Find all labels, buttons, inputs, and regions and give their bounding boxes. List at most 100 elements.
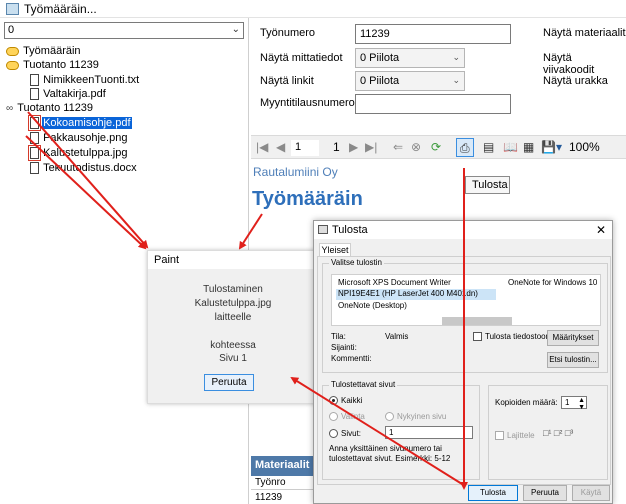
tree-item-kokoamisohje[interactable]: Kokoamisohje.pdf — [28, 115, 132, 132]
linkit-value: 0 Piilota — [360, 75, 400, 87]
next-page-icon[interactable]: ▶ — [349, 140, 358, 154]
tree-item-label: NimikkeenTuonti.txt — [43, 74, 140, 87]
print-dialog: Tulosta ✕ Yleiset Valitse tulostin Micro… — [313, 220, 613, 504]
page-current-value: 1 — [295, 141, 302, 153]
tree-item-label: Tuotanto 11239 — [17, 102, 94, 115]
prev-page-icon[interactable]: ◀ — [276, 140, 285, 154]
last-page-icon[interactable]: ▶| — [365, 140, 377, 154]
comment-label: Kommentti: — [331, 354, 372, 363]
tree-item-nimikkeentuonti[interactable]: NimikkeenTuonti.txt — [30, 74, 140, 89]
link-icon: ∞ — [6, 102, 14, 114]
paint-line1: Tulostaminen — [203, 284, 263, 295]
print-button-confirm[interactable]: Tulosta — [468, 485, 518, 501]
tyonumero-input[interactable]: 11239 — [355, 24, 511, 44]
filter-combo[interactable]: 0 ⌄ — [4, 22, 244, 39]
tree-item-tuotanto-link[interactable]: ∞ Tuotanto 11239 — [6, 102, 94, 117]
printer-item-hp[interactable]: NPI19E4E1 (HP LaserJet 400 M401dn) — [336, 289, 496, 300]
tyonumero-label: Työnumero — [260, 27, 316, 39]
radio-pages[interactable] — [329, 429, 338, 438]
collate-label: Lajittele — [507, 431, 535, 440]
tree-item-label: Tekuutodistus.docx — [43, 162, 137, 175]
print-cancel-button[interactable]: Peruuta — [523, 485, 567, 501]
materials-col-tyonro: Työnro — [255, 477, 286, 488]
page-layout-icon[interactable]: ▤ — [483, 140, 494, 154]
document-icon — [30, 162, 39, 175]
chevron-down-icon[interactable]: ⌄ — [232, 24, 240, 35]
filter-combo-value: 0 — [8, 24, 15, 36]
print-apply-button[interactable]: Käytä — [572, 485, 610, 501]
tree-item-tekuutodistus[interactable]: Tekuutodistus.docx — [30, 162, 138, 177]
copies-value: 1 — [565, 398, 570, 407]
collate-icon: □¹ □² □³ — [543, 428, 574, 438]
chevron-down-icon: ⌄ — [452, 52, 460, 62]
save-icon[interactable]: 💾▾ — [541, 140, 562, 154]
paint-dialog: Paint Tulostaminen Kalustetulppa.jpg lai… — [147, 250, 318, 404]
tree-item-kalustetulppa[interactable]: Kalustetulppa.jpg — [28, 145, 128, 162]
pages-input-value: 1 — [389, 428, 394, 437]
tree-item-label: Työmääräin — [23, 45, 81, 58]
paint-line2: Kalustetulppa.jpg — [194, 298, 272, 309]
pages-hint: Anna yksittäinen sivunumero tai tulostet… — [329, 444, 451, 463]
location-label: Sijainti: — [331, 343, 357, 352]
linkit-select[interactable]: 0 Piilota ⌄ — [355, 71, 465, 91]
tyonumero-value: 11239 — [360, 28, 390, 40]
printer-icon — [318, 225, 328, 234]
print-to-file-checkbox[interactable] — [473, 332, 482, 341]
nayta-viivakoodit-label: Näytä viivakoodit — [543, 52, 595, 76]
nayta-urakka-label: Näytä urakka — [543, 75, 608, 87]
tooltip-text: Tulosta — [472, 179, 508, 191]
pages-input[interactable]: 1 — [385, 426, 473, 439]
stop-icon[interactable]: ⊗ — [411, 140, 421, 154]
materials-cell: 11239 — [255, 492, 283, 503]
print-titlebar: Tulosta ✕ — [314, 221, 612, 239]
paint-cancel-button[interactable]: Peruuta — [204, 374, 254, 391]
document-icon — [30, 88, 39, 101]
first-page-icon[interactable]: |◀ — [256, 140, 268, 154]
radio-selection-label: Valinta — [341, 412, 365, 421]
tree-item-label: Tuotanto 11239 — [23, 59, 99, 72]
mittatiedot-select[interactable]: 0 Piilota ⌄ — [355, 48, 465, 68]
materials-columns: Työnro — [251, 476, 315, 490]
radio-current-page[interactable] — [385, 412, 394, 421]
close-icon[interactable]: ✕ — [596, 223, 606, 237]
copies-input[interactable]: 1 ▲ ▼ — [561, 396, 587, 411]
print-button[interactable]: ⎙ — [456, 138, 474, 157]
printer-item-onenote-win10[interactable]: OneNote for Windows 10 — [508, 278, 597, 287]
document-icon — [30, 132, 39, 145]
tree-item-tyomaarain[interactable]: Työmääräin — [6, 45, 82, 60]
spinner-icon[interactable]: ▲ ▼ — [578, 397, 585, 411]
find-printer-button[interactable]: Etsi tulostin... — [547, 352, 599, 368]
paint-line5: Sivu 1 — [219, 353, 247, 364]
back-icon[interactable]: ⇐ — [393, 140, 403, 154]
paint-titlebar: Paint — [148, 251, 318, 269]
collate-checkbox[interactable] — [495, 431, 504, 440]
radio-all[interactable] — [329, 396, 338, 405]
book-icon[interactable]: 📖 — [503, 140, 518, 154]
radio-selection[interactable] — [329, 412, 338, 421]
nayta-materiaalit-label: Näytä materiaalit — [543, 27, 626, 39]
printer-item-xps[interactable]: Microsoft XPS Document Writer — [338, 278, 451, 287]
printer-list[interactable]: Microsoft XPS Document Writer NPI19E4E1 … — [331, 274, 601, 326]
materials-header: Materiaalit — [251, 456, 315, 476]
print-title: Tulosta — [332, 224, 368, 236]
materials-header-label: Materiaalit — [255, 459, 310, 471]
preferences-button[interactable]: Määritykset — [547, 330, 599, 346]
printer-item-onenote[interactable]: OneNote (Desktop) — [338, 301, 407, 310]
document-icon — [28, 145, 41, 162]
refresh-icon[interactable]: ⟳ — [431, 140, 441, 154]
settings-icon[interactable]: ▦ — [523, 140, 534, 154]
printer-list-scrollbar[interactable] — [442, 317, 512, 325]
tab-yleiset[interactable]: Yleiset — [319, 243, 351, 257]
tree-item-valtakirja[interactable]: Valtakirja.pdf — [30, 88, 107, 103]
zoom-level[interactable]: 100% — [569, 140, 600, 154]
radio-all-label: Kaikki — [341, 396, 363, 405]
page-current-input[interactable]: 1 — [291, 140, 319, 156]
printer-icon: ⎙ — [460, 141, 470, 155]
print-to-file-label: Tulosta tiedostoon — [485, 332, 551, 341]
report-toolbar: |◀ ◀ 1 1 ▶ ▶| ⇐ ⊗ ⟳ ⎙ ▤ 📖 ▦ 💾▾ 100% — [251, 135, 626, 159]
print-general-panel: Valitse tulostin Microsoft XPS Document … — [317, 256, 611, 485]
tree-item-tuotanto[interactable]: Tuotanto 11239 — [6, 59, 100, 74]
tree-item-label: Pakkausohje.png — [43, 132, 128, 145]
myyntitilaus-input[interactable] — [355, 94, 511, 114]
tree-item-pakkausohje[interactable]: Pakkausohje.png — [30, 132, 128, 147]
